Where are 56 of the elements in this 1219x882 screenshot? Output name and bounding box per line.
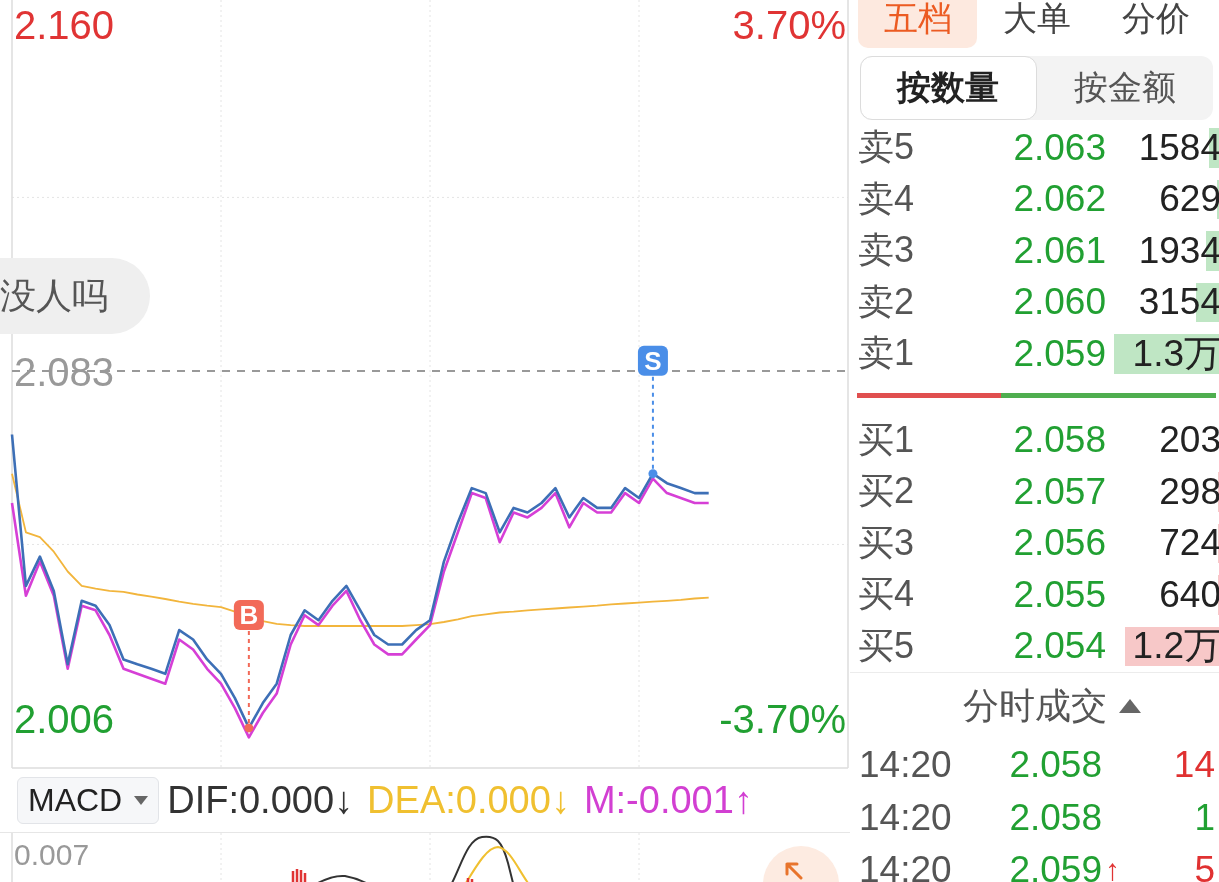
indicator-dropdown[interactable]: MACD xyxy=(17,776,160,824)
order-volume: 629 xyxy=(1159,178,1219,221)
tick-up-mark: ↑ xyxy=(1104,853,1121,882)
order-level-label: 买2 xyxy=(858,469,916,514)
order-price: 2.055 xyxy=(1012,573,1106,616)
indicator-reading: DIF:0.000↓ xyxy=(167,778,354,822)
trade-volume: 1 xyxy=(1193,796,1215,839)
order-level-label: 买4 xyxy=(858,572,916,617)
signal-tag: S xyxy=(637,345,668,376)
price-axis-label: 2.160 xyxy=(14,2,115,47)
price-axis-label: 2.083 xyxy=(14,349,115,394)
order-price: 2.056 xyxy=(1012,522,1106,565)
order-price: 2.058 xyxy=(1012,419,1106,462)
order-volume: 203 xyxy=(1159,419,1219,462)
order-level-label: 买3 xyxy=(858,520,916,565)
order-volume: 1.2万 xyxy=(1132,624,1219,669)
trade-price: 2.058 xyxy=(1008,796,1102,839)
percent-axis-label: -3.70% xyxy=(719,697,846,741)
indicator-reading: DEA:0.000↓ xyxy=(367,778,570,822)
order-level-label: 卖3 xyxy=(858,228,916,273)
order-level-label: 买1 xyxy=(858,417,916,462)
trade-time: 14:20 xyxy=(859,744,953,787)
order-price: 2.060 xyxy=(1012,281,1106,324)
order-level-label: 卖5 xyxy=(858,125,916,170)
tab[interactable]: 分价 xyxy=(1096,0,1216,48)
trade-volume: 5 xyxy=(1193,849,1215,882)
arrow-up-left-icon xyxy=(785,862,803,880)
order-price: 2.061 xyxy=(1012,229,1106,272)
order-level-label: 买5 xyxy=(858,623,916,668)
trade-price: 2.058 xyxy=(1008,744,1102,787)
tab[interactable]: 大单 xyxy=(977,0,1097,48)
trade-volume: 14 xyxy=(1172,744,1215,787)
order-level-label: 卖2 xyxy=(858,279,916,324)
order-price: 2.054 xyxy=(1012,625,1106,668)
trade-time: 14:20 xyxy=(859,796,953,839)
trade-price: 2.059 xyxy=(1008,849,1102,882)
toggle-option[interactable]: 按数量 xyxy=(860,56,1037,120)
signal-tag: B xyxy=(233,599,264,630)
order-price: 2.063 xyxy=(1012,126,1106,169)
price-axis-label: 2.006 xyxy=(14,696,115,741)
macd-axis-label: 0.007 xyxy=(14,838,90,871)
trades-title: 分时成交 xyxy=(962,683,1107,728)
order-level-label: 卖1 xyxy=(858,331,916,376)
indicator-reading: M:-0.001↑ xyxy=(583,778,753,822)
order-level-label: 卖4 xyxy=(858,176,916,221)
order-price: 2.057 xyxy=(1012,470,1106,513)
percent-axis-label: 3.70% xyxy=(732,3,846,47)
comment-bubble: 没人吗 xyxy=(0,258,150,334)
order-volume: 1.3万 xyxy=(1132,331,1219,376)
caret-down-icon xyxy=(134,795,149,805)
order-price: 2.062 xyxy=(1012,178,1106,221)
toggle-option[interactable]: 按金额 xyxy=(1036,56,1213,120)
trade-time: 14:20 xyxy=(859,849,953,882)
order-price: 2.059 xyxy=(1012,332,1106,375)
order-volume: 298 xyxy=(1159,470,1219,513)
triangle-up-icon xyxy=(1118,699,1141,713)
